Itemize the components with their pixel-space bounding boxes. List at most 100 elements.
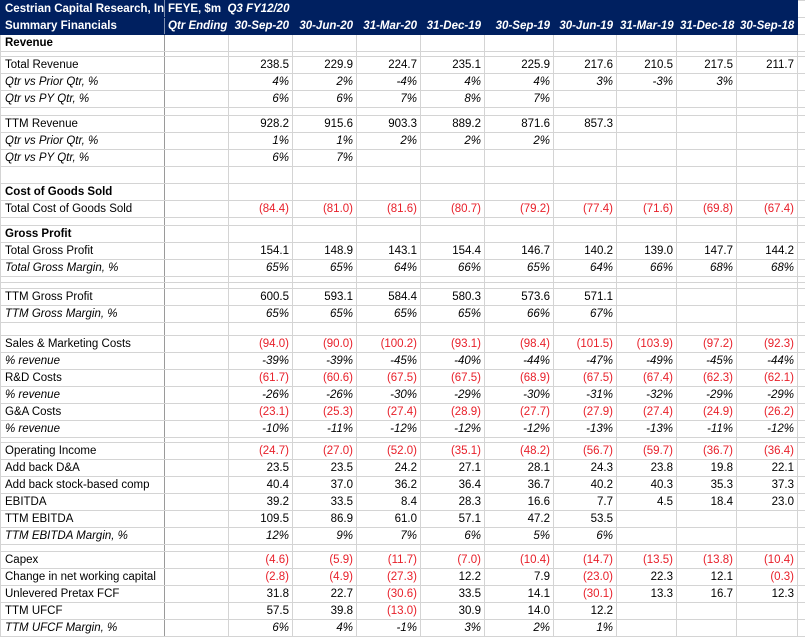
value-cell[interactable]: 3% [553, 73, 617, 91]
value-cell[interactable] [616, 149, 677, 167]
value-cell[interactable]: 33.5 [420, 585, 485, 603]
value-cell[interactable]: -10% [228, 420, 293, 438]
value-cell[interactable]: 24.2 [356, 459, 421, 477]
value-cell[interactable] [616, 183, 677, 201]
empty-cell[interactable] [797, 259, 805, 277]
value-cell[interactable] [676, 183, 737, 201]
row-label[interactable]: Change in net working capital [0, 568, 165, 586]
value-cell[interactable] [420, 34, 485, 52]
empty-cell[interactable] [484, 544, 554, 552]
value-cell[interactable] [553, 132, 617, 150]
value-cell[interactable]: 9% [292, 527, 357, 545]
value-cell[interactable] [736, 34, 798, 52]
value-cell[interactable]: -32% [616, 386, 677, 404]
value-cell[interactable]: 571.1 [553, 288, 617, 306]
value-cell[interactable]: 23.5 [228, 459, 293, 477]
value-cell[interactable]: (23.1) [228, 403, 293, 421]
empty-cell[interactable] [228, 107, 293, 116]
empty-cell[interactable] [228, 217, 293, 226]
empty-cell[interactable] [292, 322, 357, 336]
empty-cell[interactable] [797, 305, 805, 323]
value-cell[interactable]: 40.2 [553, 476, 617, 494]
value-cell[interactable]: (93.1) [420, 335, 485, 353]
value-cell[interactable]: (67.5) [420, 369, 485, 387]
empty-cell[interactable] [164, 90, 229, 108]
ticker-units[interactable]: FEYE, $m Q3 FY12/20 [164, 0, 293, 18]
empty-cell[interactable] [797, 493, 805, 511]
value-cell[interactable]: (10.4) [484, 551, 554, 569]
empty-cell[interactable] [797, 132, 805, 150]
value-cell[interactable]: -47% [553, 352, 617, 370]
empty-cell[interactable] [164, 544, 229, 552]
empty-cell[interactable] [797, 602, 805, 620]
value-cell[interactable]: 238.5 [228, 56, 293, 74]
row-label[interactable]: TTM Revenue [0, 115, 165, 133]
value-cell[interactable]: -29% [420, 386, 485, 404]
value-cell[interactable] [616, 602, 677, 620]
value-cell[interactable]: (81.6) [356, 200, 421, 218]
row-label[interactable]: TTM UFCF [0, 602, 165, 620]
value-cell[interactable]: -49% [616, 352, 677, 370]
row-label[interactable]: Total Cost of Goods Sold [0, 200, 165, 218]
value-cell[interactable] [356, 34, 421, 52]
value-cell[interactable]: (27.7) [484, 403, 554, 421]
value-cell[interactable]: -44% [736, 352, 798, 370]
value-cell[interactable]: 28.1 [484, 459, 554, 477]
value-cell[interactable]: (79.2) [484, 200, 554, 218]
row-label[interactable]: Sales & Marketing Costs [0, 335, 165, 353]
value-cell[interactable] [356, 149, 421, 167]
empty-cell[interactable] [164, 459, 229, 477]
value-cell[interactable]: 871.6 [484, 115, 554, 133]
value-cell[interactable] [553, 90, 617, 108]
row-label[interactable]: Total Gross Profit [0, 242, 165, 260]
value-cell[interactable] [676, 619, 737, 637]
value-cell[interactable]: 65% [228, 259, 293, 277]
empty-cell[interactable] [164, 305, 229, 323]
value-cell[interactable]: (7.0) [420, 551, 485, 569]
value-cell[interactable]: (28.9) [420, 403, 485, 421]
value-cell[interactable]: 144.2 [736, 242, 798, 260]
value-cell[interactable]: -45% [676, 352, 737, 370]
empty-cell[interactable] [616, 107, 677, 116]
value-cell[interactable]: 40.3 [616, 476, 677, 494]
value-cell[interactable] [616, 619, 677, 637]
value-cell[interactable]: (81.0) [292, 200, 357, 218]
value-cell[interactable]: 6% [420, 527, 485, 545]
empty-cell[interactable] [164, 619, 229, 637]
empty-cell[interactable] [164, 115, 229, 133]
value-cell[interactable]: 66% [616, 259, 677, 277]
value-cell[interactable]: 143.1 [356, 242, 421, 260]
value-cell[interactable]: 28.3 [420, 493, 485, 511]
empty-cell[interactable] [553, 322, 617, 336]
value-cell[interactable] [553, 225, 617, 243]
value-cell[interactable]: 4% [484, 73, 554, 91]
value-cell[interactable]: 39.2 [228, 493, 293, 511]
value-cell[interactable]: 64% [553, 259, 617, 277]
header-cell[interactable] [553, 0, 617, 18]
empty-cell[interactable] [164, 442, 229, 460]
value-cell[interactable]: (71.6) [616, 200, 677, 218]
value-cell[interactable]: 12.1 [676, 568, 737, 586]
empty-cell[interactable] [164, 149, 229, 167]
value-cell[interactable]: 18.4 [676, 493, 737, 511]
value-cell[interactable]: 16.6 [484, 493, 554, 511]
value-cell[interactable]: 857.3 [553, 115, 617, 133]
value-cell[interactable] [420, 183, 485, 201]
empty-cell[interactable] [292, 166, 357, 184]
empty-cell[interactable] [797, 288, 805, 306]
value-cell[interactable]: 14.0 [484, 602, 554, 620]
value-cell[interactable] [736, 619, 798, 637]
value-cell[interactable]: 3% [676, 73, 737, 91]
value-cell[interactable]: 22.1 [736, 459, 798, 477]
row-label[interactable]: Total Revenue [0, 56, 165, 74]
value-cell[interactable] [616, 34, 677, 52]
row-label[interactable]: G&A Costs [0, 403, 165, 421]
value-cell[interactable]: 217.5 [676, 56, 737, 74]
value-cell[interactable]: 229.9 [292, 56, 357, 74]
value-cell[interactable] [676, 132, 737, 150]
row-label[interactable]: Add back D&A [0, 459, 165, 477]
value-cell[interactable] [228, 183, 293, 201]
value-cell[interactable]: 593.1 [292, 288, 357, 306]
empty-cell[interactable] [797, 544, 805, 552]
value-cell[interactable]: -39% [228, 352, 293, 370]
